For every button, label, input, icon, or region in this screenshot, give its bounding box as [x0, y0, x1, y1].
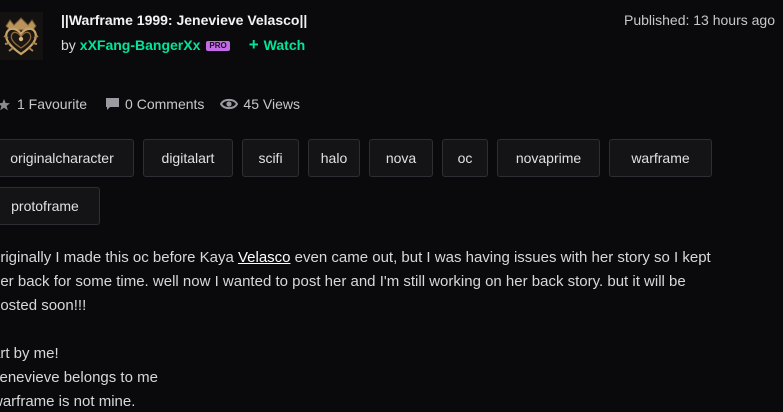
- watch-button[interactable]: + Watch: [248, 35, 306, 54]
- description-line: Jenevieve belongs to me: [0, 369, 158, 386]
- description: originally I made this oc before Kaya Ve…: [0, 246, 777, 412]
- tag-warframe[interactable]: warframe: [609, 139, 712, 177]
- tag-protoframe[interactable]: protoframe: [0, 187, 100, 225]
- favourites-count: 1 Favourite: [17, 96, 88, 112]
- description-line: posted soon!!!: [0, 297, 87, 314]
- stats-bar: 1 Favourite 0 Comments 45 Views: [0, 96, 300, 112]
- author-avatar[interactable]: [0, 12, 43, 60]
- byline: by xXFang-BangerXx PRO + Watch: [61, 35, 306, 54]
- description-line: originally I made this oc before Kaya Ve…: [0, 249, 711, 266]
- comments-count: 0 Comments: [125, 96, 205, 112]
- description-line: art by me!: [0, 345, 59, 362]
- plus-icon: +: [248, 35, 259, 54]
- tag-oc[interactable]: oc: [442, 139, 488, 177]
- deviation-title: ||Warframe 1999: Jenevieve Velasco||: [61, 12, 308, 28]
- pro-badge: PRO: [206, 41, 230, 51]
- description-line: her back for some time. well now I wante…: [0, 273, 686, 290]
- by-prefix: by: [61, 37, 76, 53]
- comments-stat[interactable]: 0 Comments: [105, 96, 204, 112]
- tag-digitalart[interactable]: digitalart: [143, 139, 233, 177]
- published-date: Published: 13 hours ago: [624, 12, 775, 28]
- tag-originalcharacter[interactable]: originalcharacter: [0, 139, 134, 177]
- author-link[interactable]: xXFang-BangerXx: [80, 37, 201, 53]
- star-icon: [0, 98, 10, 110]
- description-line: warframe is not mine.: [0, 393, 136, 410]
- tag-nova[interactable]: nova: [369, 139, 433, 177]
- watch-label: Watch: [263, 37, 306, 53]
- comment-bubble-icon: [106, 98, 120, 110]
- eye-icon: [220, 98, 239, 110]
- tag-novaprime[interactable]: novaprime: [497, 139, 600, 177]
- views-count: 45 Views: [243, 96, 300, 112]
- tag-scifi[interactable]: scifi: [242, 139, 299, 177]
- velasco-link[interactable]: Velasco: [238, 249, 291, 266]
- views-stat: 45 Views: [220, 96, 300, 112]
- favourites-stat[interactable]: 1 Favourite: [0, 96, 87, 112]
- tag-halo[interactable]: halo: [308, 139, 360, 177]
